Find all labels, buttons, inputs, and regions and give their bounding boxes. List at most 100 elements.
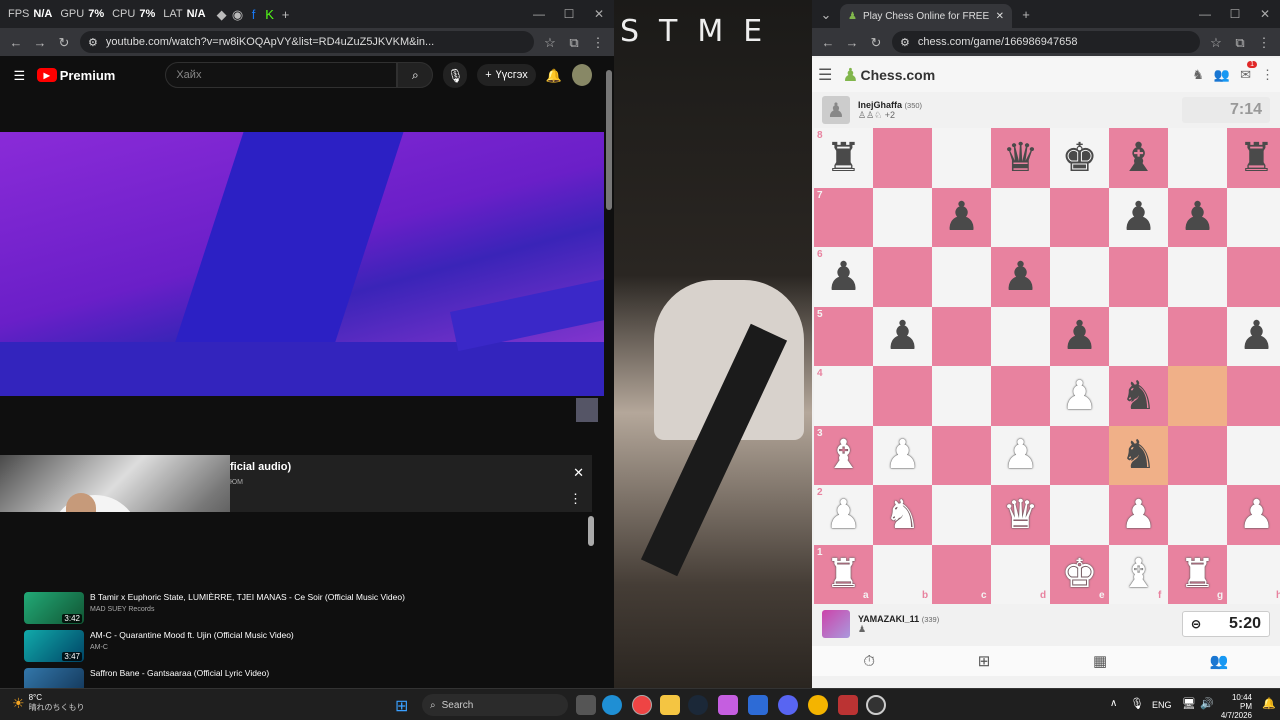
discord-icon[interactable] (778, 695, 798, 715)
youtube-logo[interactable]: ▶ Premium (36, 68, 115, 83)
square-b7[interactable] (873, 187, 932, 247)
square-g6[interactable] (1168, 247, 1227, 307)
language-indicator[interactable]: ENG (1152, 700, 1172, 710)
hamburger-icon[interactable]: ☰ (12, 67, 27, 83)
file-explorer-icon[interactable] (660, 695, 680, 715)
white-pawn-icon[interactable]: ♟ (1227, 485, 1280, 545)
tab-icon[interactable]: f (246, 6, 262, 22)
edge-icon[interactable] (602, 695, 622, 715)
scrollbar[interactable] (588, 516, 594, 546)
black-pawn-icon[interactable]: ♟ (1109, 188, 1168, 248)
square-d7[interactable] (991, 187, 1050, 247)
extensions-icon[interactable]: ⧉ (1232, 34, 1248, 50)
minimize-icon[interactable]: — (524, 7, 554, 21)
square-e2[interactable] (1050, 485, 1109, 545)
square-c3[interactable] (932, 425, 991, 485)
menu-icon[interactable]: ⋮ (1256, 34, 1272, 50)
app-icon[interactable] (718, 695, 738, 715)
square-e7[interactable] (1050, 187, 1109, 247)
close-playlist-icon[interactable]: ✕ (573, 465, 584, 481)
square-h1[interactable] (1227, 544, 1280, 604)
chess-board[interactable]: ♜ 8 ♛ ♚ ♝ ♜ 7 ♟ ♟ ♟ ♟ 6 ♟ 5 ♟ ♟ ♟ 4 ♟ ♞ ♝ 3 ♟ ♟ ♞ ♟ 2 ♞ ♛ ♟ ♟ ♜ 1 a b c d ♚ e ♝… (814, 128, 1280, 604)
square-e6[interactable] (1050, 247, 1109, 307)
messages-icon[interactable]: ✉ 1 (1240, 61, 1257, 83)
tab-list-icon[interactable]: ⌄ (818, 6, 834, 22)
create-button[interactable]: + Үүсгэх (477, 64, 536, 86)
square-b4[interactable] (873, 366, 932, 426)
square-e3[interactable] (1050, 425, 1109, 485)
square-c5[interactable] (932, 306, 991, 366)
search-icon[interactable]: ⌕ (397, 62, 434, 88)
friends-icon[interactable]: 👥 (1214, 67, 1230, 83)
task-view-icon[interactable] (576, 695, 596, 715)
tray-chevron-icon[interactable]: ∧ (1110, 698, 1117, 709)
clock-area[interactable]: 10:44 PM 4/7/2026 (1218, 693, 1252, 720)
tab-chess[interactable]: ♟ Play Chess Online for FREE - 2 P ✕ (840, 4, 1012, 28)
forward-icon[interactable]: → (844, 34, 860, 50)
miniplayer-thumb[interactable] (576, 398, 598, 422)
network-icon[interactable]: 🖥 (1182, 697, 1196, 710)
black-knight-icon[interactable]: ♞ (1109, 366, 1168, 426)
back-icon[interactable]: ← (820, 34, 836, 50)
chess-logo[interactable]: ♟ Chess.com (842, 65, 935, 86)
white-pawn-icon[interactable]: ♟ (991, 426, 1050, 486)
square-h6[interactable] (1227, 247, 1280, 307)
more-icon[interactable]: ⋮ (569, 491, 582, 507)
square-c2[interactable] (932, 485, 991, 545)
tab-close-icon[interactable]: ✕ (996, 11, 1004, 22)
square-f6[interactable] (1109, 247, 1168, 307)
minimize-icon[interactable]: — (1190, 7, 1220, 21)
close-icon[interactable]: ✕ (584, 7, 614, 21)
black-pawn-icon[interactable]: ♟ (1168, 188, 1227, 248)
white-queen-icon[interactable]: ♛ (991, 485, 1050, 545)
store-icon[interactable] (748, 695, 768, 715)
more-icon[interactable]: ⋮ (1261, 67, 1274, 83)
black-pawn-icon[interactable]: ♟ (932, 188, 991, 248)
black-pawn-icon[interactable]: ♟ (1227, 307, 1280, 367)
player-name[interactable]: InejGhaffa (350) (858, 100, 922, 110)
extensions-icon[interactable]: ⧉ (566, 34, 582, 50)
windows-start-icon[interactable]: ⊞ (395, 696, 408, 716)
reload-icon[interactable]: ↻ (56, 34, 72, 50)
black-pawn-icon[interactable]: ♟ (873, 307, 932, 367)
volume-icon[interactable]: 🔊 (1200, 697, 1214, 710)
black-queen-icon[interactable]: ♛ (991, 128, 1050, 188)
bookmark-icon[interactable]: ☆ (542, 34, 558, 50)
square-c6[interactable] (932, 247, 991, 307)
black-rook-icon[interactable]: ♜ (1227, 128, 1280, 188)
maximize-icon[interactable]: ☐ (1220, 7, 1250, 21)
back-icon[interactable]: ← (8, 34, 24, 50)
square-h7[interactable] (1227, 187, 1280, 247)
site-info-icon[interactable]: ⚙ (88, 36, 98, 49)
site-info-icon[interactable]: ⚙ (900, 36, 910, 49)
avatar[interactable]: ♟ (822, 96, 850, 124)
square-h4[interactable] (1227, 366, 1280, 426)
timer-icon[interactable]: ⏱ (863, 653, 875, 670)
black-pawn-icon[interactable]: ♟ (991, 247, 1050, 307)
steam-icon[interactable] (688, 695, 708, 715)
hamburger-icon[interactable]: ☰ (818, 65, 832, 85)
black-bishop-icon[interactable]: ♝ (1109, 128, 1168, 188)
video-player[interactable] (0, 132, 604, 396)
tab-icon[interactable]: ◆ (214, 6, 230, 22)
tab-icon[interactable]: K (262, 6, 278, 22)
white-pawn-icon[interactable]: ♟ (1050, 366, 1109, 426)
black-pawn-icon[interactable]: ♟ (1050, 307, 1109, 367)
square-g4[interactable] (1168, 366, 1227, 426)
search-input[interactable]: Хайх (165, 62, 398, 88)
bookmark-icon[interactable]: ☆ (1208, 34, 1224, 50)
list-item[interactable]: Saffron Bane - Gantsaaraa (Official Lyri… (24, 668, 584, 688)
taskbar-search[interactable]: ⌕ Search (422, 694, 568, 716)
square-c4[interactable] (932, 366, 991, 426)
avatar[interactable] (822, 610, 850, 638)
tab-icon[interactable]: ◉ (230, 6, 246, 22)
list-item[interactable]: 3:47 AM-C - Quarantine Mood ft. Ujin (Of… (24, 630, 584, 670)
white-knight-icon[interactable]: ♞ (873, 485, 932, 545)
app-icon[interactable] (838, 695, 858, 715)
new-tab-icon[interactable]: + (1018, 6, 1034, 22)
square-h3[interactable] (1227, 425, 1280, 485)
bell-icon[interactable]: 🔔 (546, 67, 562, 83)
yt-url-field[interactable]: ⚙ youtube.com/watch?v=rw8iKOQApVY&list=R… (80, 31, 534, 53)
square-g2[interactable] (1168, 485, 1227, 545)
new-game-icon[interactable]: ⊞ (978, 652, 991, 670)
